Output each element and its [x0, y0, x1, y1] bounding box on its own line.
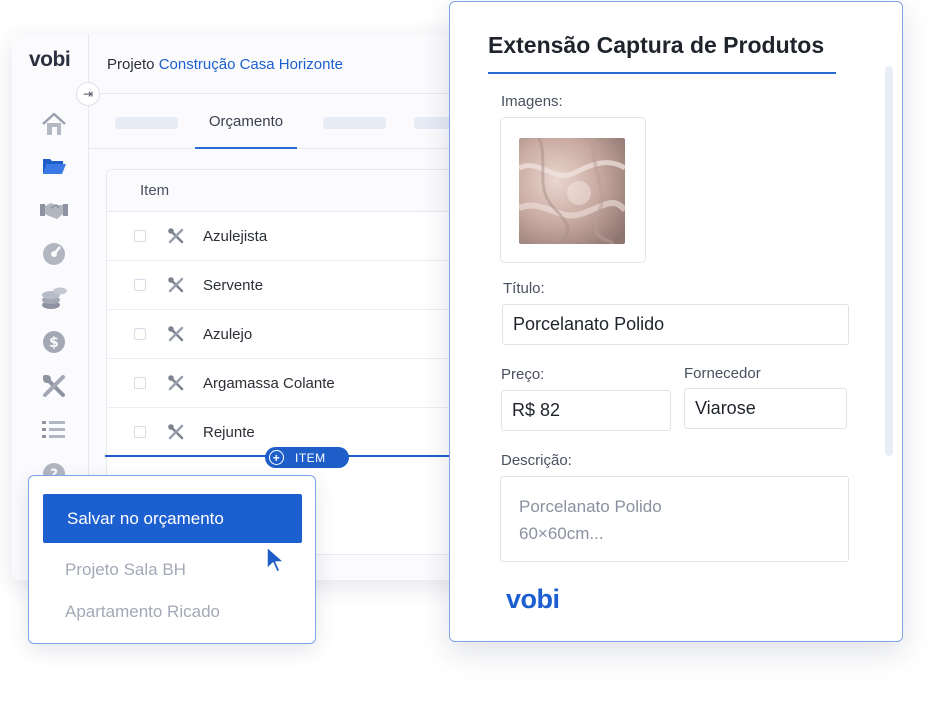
- add-item-button[interactable]: + ITEM: [265, 447, 349, 468]
- row-label: Rejunte: [203, 423, 255, 441]
- mouse-cursor-icon: [266, 546, 285, 573]
- coins-icon[interactable]: [39, 284, 69, 312]
- folder-icon[interactable]: [39, 152, 69, 180]
- tools-icon: [168, 228, 184, 244]
- tab-placeholder[interactable]: [323, 117, 386, 129]
- row-label: Servente: [203, 276, 264, 294]
- description-line: 60×60cm...: [519, 524, 604, 543]
- extension-title: Extensão Captura de Produtos: [488, 32, 825, 58]
- tools-icon: [168, 424, 184, 440]
- row-checkbox[interactable]: [134, 279, 146, 291]
- home-icon[interactable]: [39, 110, 69, 138]
- project-prefix: Projeto: [107, 56, 155, 73]
- supplier-label: Fornecedor: [684, 365, 761, 382]
- price-label: Preço:: [501, 366, 545, 383]
- price-input[interactable]: R$ 82: [501, 390, 671, 431]
- tools-icon: [168, 277, 184, 293]
- tab-orcamento[interactable]: Orçamento: [195, 95, 297, 149]
- table-header-item: Item: [107, 170, 482, 212]
- table-row[interactable]: Azulejo: [107, 310, 482, 359]
- image-slot[interactable]: [500, 117, 646, 263]
- title-input[interactable]: Porcelanato Polido: [502, 304, 849, 345]
- table-row[interactable]: Servente: [107, 261, 482, 310]
- tools-icon[interactable]: [39, 372, 69, 400]
- gauge-icon[interactable]: [39, 240, 69, 268]
- svg-text:$: $: [49, 335, 59, 351]
- row-checkbox[interactable]: [134, 377, 146, 389]
- images-label: Imagens:: [501, 93, 563, 110]
- project-name-link[interactable]: Construção Casa Horizonte: [159, 56, 343, 73]
- description-label: Descrição:: [501, 452, 572, 469]
- dollar-icon[interactable]: $: [39, 328, 69, 356]
- project-title: Projeto Construção Casa Horizonte: [107, 56, 343, 73]
- project-header: Projeto Construção Casa Horizonte: [89, 34, 482, 94]
- list-icon[interactable]: [39, 416, 69, 444]
- scrollbar[interactable]: [885, 66, 893, 456]
- description-textarea[interactable]: Porcelanato Polido 60×60cm...: [500, 476, 849, 562]
- row-checkbox[interactable]: [134, 426, 146, 438]
- project-option[interactable]: Projeto Sala BH: [65, 560, 186, 580]
- app-logo: vobi: [29, 48, 71, 71]
- add-item-label: ITEM: [295, 450, 326, 465]
- vobi-logo: vobi: [506, 584, 560, 614]
- project-option[interactable]: Apartamento Ricado: [65, 602, 220, 622]
- table-row[interactable]: Azulejista: [107, 212, 482, 261]
- supplier-input[interactable]: Viarose: [684, 388, 847, 429]
- tab-bar: Orçamento: [89, 95, 482, 149]
- title-underline: [488, 72, 836, 74]
- tools-icon: [168, 375, 184, 391]
- row-label: Azulejo: [203, 325, 253, 343]
- tab-placeholder[interactable]: [115, 117, 178, 129]
- row-checkbox[interactable]: [134, 230, 146, 242]
- row-label: Argamassa Colante: [203, 374, 335, 392]
- extension-panel: Extensão Captura de Produtos Imagens: Tí…: [449, 1, 903, 642]
- title-label: Título:: [503, 280, 545, 297]
- product-image: [519, 138, 625, 244]
- table-row[interactable]: Argamassa Colante: [107, 359, 482, 408]
- collapse-sidebar-button[interactable]: ⇥: [76, 82, 100, 106]
- tools-icon: [168, 326, 184, 342]
- description-line: Porcelanato Polido: [519, 497, 662, 516]
- row-checkbox[interactable]: [134, 328, 146, 340]
- handshake-icon[interactable]: [39, 196, 69, 224]
- plus-icon: +: [269, 450, 284, 465]
- save-to-budget-button[interactable]: Salvar no orçamento: [43, 494, 302, 543]
- row-label: Azulejista: [203, 227, 268, 245]
